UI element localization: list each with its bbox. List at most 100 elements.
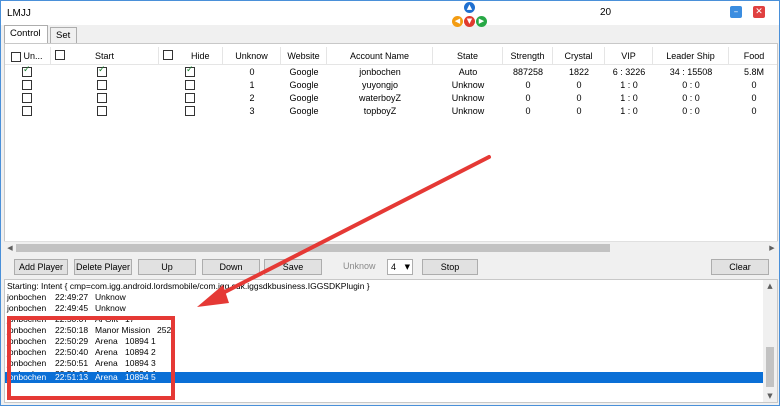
cell-food: 0 xyxy=(751,93,757,103)
cell-leader-ship: 0 : 0 xyxy=(682,93,700,103)
scroll-left-icon[interactable]: ◀ xyxy=(4,242,16,254)
row-checkbox-start[interactable] xyxy=(97,93,107,103)
table-row[interactable]: 1 Google yuyongjo Unknow 0 0 1 : 0 0 : 0… xyxy=(5,79,777,92)
count-select-value: 4 xyxy=(391,262,397,272)
tab-bar: Control Set xyxy=(1,25,779,43)
cell-website: Google xyxy=(289,93,319,103)
scroll-thumb[interactable] xyxy=(16,244,610,252)
col-un[interactable]: Un... xyxy=(5,47,51,65)
cell-account-name: yuyongjo xyxy=(361,80,399,90)
row-checkbox-hide[interactable] xyxy=(185,65,195,77)
row-checkbox-start[interactable] xyxy=(97,106,107,116)
chevron-down-icon: ▼ xyxy=(404,263,410,271)
down-button[interactable]: Down xyxy=(202,259,260,275)
log-time: 22:49:45 xyxy=(55,303,89,313)
cell-account-name: topboyZ xyxy=(363,106,397,116)
close-button[interactable]: ✕ xyxy=(753,6,765,18)
toolbar: Add Player Delete Player Up Down Save Un… xyxy=(1,254,779,279)
cell-state: Unknow xyxy=(451,80,485,90)
col-crystal[interactable]: Crystal xyxy=(553,47,605,65)
log-action: Unknow xyxy=(95,303,126,313)
header-checkbox-un[interactable] xyxy=(11,51,21,62)
log-line: Starting: Intent { cmp=com.igg.android.l… xyxy=(5,281,765,292)
cell-unknow: 3 xyxy=(249,106,255,116)
cell-strength: 887258 xyxy=(512,67,544,77)
col-hide[interactable]: Hide xyxy=(159,47,223,65)
arrow-up-icon[interactable]: ▲ xyxy=(464,2,475,13)
log-player: jonbochen xyxy=(7,303,47,313)
header-checkbox-hide[interactable] xyxy=(163,50,173,60)
scroll-thumb[interactable] xyxy=(766,347,774,387)
cell-strength: 0 xyxy=(525,106,531,116)
grid-horizontal-scrollbar[interactable]: ◀ ▶ xyxy=(4,241,778,253)
delete-player-button[interactable]: Delete Player xyxy=(74,259,132,275)
cell-vip: 6 : 3226 xyxy=(612,67,646,77)
col-state[interactable]: State xyxy=(433,47,503,65)
cell-crystal: 1822 xyxy=(568,67,590,77)
log-time: 22:49:27 xyxy=(55,292,89,302)
cell-unknow: 1 xyxy=(249,80,255,90)
col-strength[interactable]: Strength xyxy=(503,47,553,65)
row-checkbox-un[interactable] xyxy=(22,80,32,90)
table-row[interactable]: 2 Google waterboyZ Unknow 0 0 1 : 0 0 : … xyxy=(5,92,777,105)
cell-strength: 0 xyxy=(525,80,531,90)
scroll-up-icon[interactable]: ▲ xyxy=(763,280,777,292)
cell-food: 0 xyxy=(751,80,757,90)
col-food[interactable]: Food xyxy=(729,47,777,65)
log-line: jonbochen 22:49:27 Unknow xyxy=(5,292,765,303)
row-checkbox-hide[interactable] xyxy=(185,93,195,103)
save-button[interactable]: Save xyxy=(264,259,322,275)
add-player-button[interactable]: Add Player xyxy=(14,259,68,275)
cell-leader-ship: 0 : 0 xyxy=(682,80,700,90)
table-row[interactable]: 0 Google jonbochen Auto 887258 1822 6 : … xyxy=(5,65,777,79)
col-leader-ship[interactable]: Leader Ship xyxy=(653,47,729,65)
scroll-down-icon[interactable]: ▼ xyxy=(763,390,777,402)
close-icon: ✕ xyxy=(755,7,763,17)
row-checkbox-un[interactable] xyxy=(22,93,32,103)
count-select[interactable]: 4 ▼ xyxy=(387,259,413,275)
cell-strength: 0 xyxy=(525,93,531,103)
cell-leader-ship: 34 : 15508 xyxy=(669,67,713,77)
clear-button[interactable]: Clear xyxy=(711,259,769,275)
cell-state: Unknow xyxy=(451,106,485,116)
row-checkbox-un[interactable] xyxy=(22,65,32,77)
highlight-box xyxy=(7,316,175,400)
cell-account-name: waterboyZ xyxy=(358,93,402,103)
minimize-button[interactable]: – xyxy=(730,6,742,18)
col-start-label: Start xyxy=(94,51,114,61)
col-unknow[interactable]: Unknow xyxy=(223,47,281,65)
row-checkbox-hide[interactable] xyxy=(185,106,195,116)
tab-set[interactable]: Set xyxy=(50,27,77,43)
counter-value: 20 xyxy=(600,7,612,18)
col-website[interactable]: Website xyxy=(281,47,327,65)
col-hide-label: Hide xyxy=(191,51,210,61)
cell-unknow: 0 xyxy=(249,67,255,77)
cell-website: Google xyxy=(289,67,319,77)
row-checkbox-start[interactable] xyxy=(97,80,107,90)
row-checkbox-un[interactable] xyxy=(22,106,32,116)
scroll-right-icon[interactable]: ▶ xyxy=(766,242,778,254)
cell-vip: 1 : 0 xyxy=(620,106,638,116)
tab-control[interactable]: Control xyxy=(4,25,48,43)
row-checkbox-hide[interactable] xyxy=(185,80,195,90)
stop-button[interactable]: Stop xyxy=(422,259,478,275)
col-start[interactable]: Start xyxy=(51,47,159,65)
cell-account-name: jonbochen xyxy=(359,67,401,77)
header-checkbox-start[interactable] xyxy=(55,50,65,60)
col-vip[interactable]: VIP xyxy=(605,47,653,65)
cell-crystal: 0 xyxy=(576,106,582,116)
col-un-label: Un... xyxy=(23,51,43,61)
cell-leader-ship: 0 : 0 xyxy=(682,106,700,116)
title-bar: LMJJ ▲ ◀ ▼ ▶ 20 – ✕ xyxy=(1,1,779,27)
cell-crystal: 0 xyxy=(576,93,582,103)
log-vertical-scrollbar[interactable]: ▲ ▼ xyxy=(763,280,777,402)
row-checkbox-start[interactable] xyxy=(97,65,107,77)
minimize-icon: – xyxy=(733,7,739,17)
log-player: jonbochen xyxy=(7,292,47,302)
cell-food: 0 xyxy=(751,106,757,116)
table-row[interactable]: 3 Google topboyZ Unknow 0 0 1 : 0 0 : 0 … xyxy=(5,105,777,118)
cell-state: Unknow xyxy=(451,93,485,103)
cell-state: Auto xyxy=(458,67,478,77)
up-button[interactable]: Up xyxy=(138,259,196,275)
col-account-name[interactable]: Account Name xyxy=(327,47,433,65)
